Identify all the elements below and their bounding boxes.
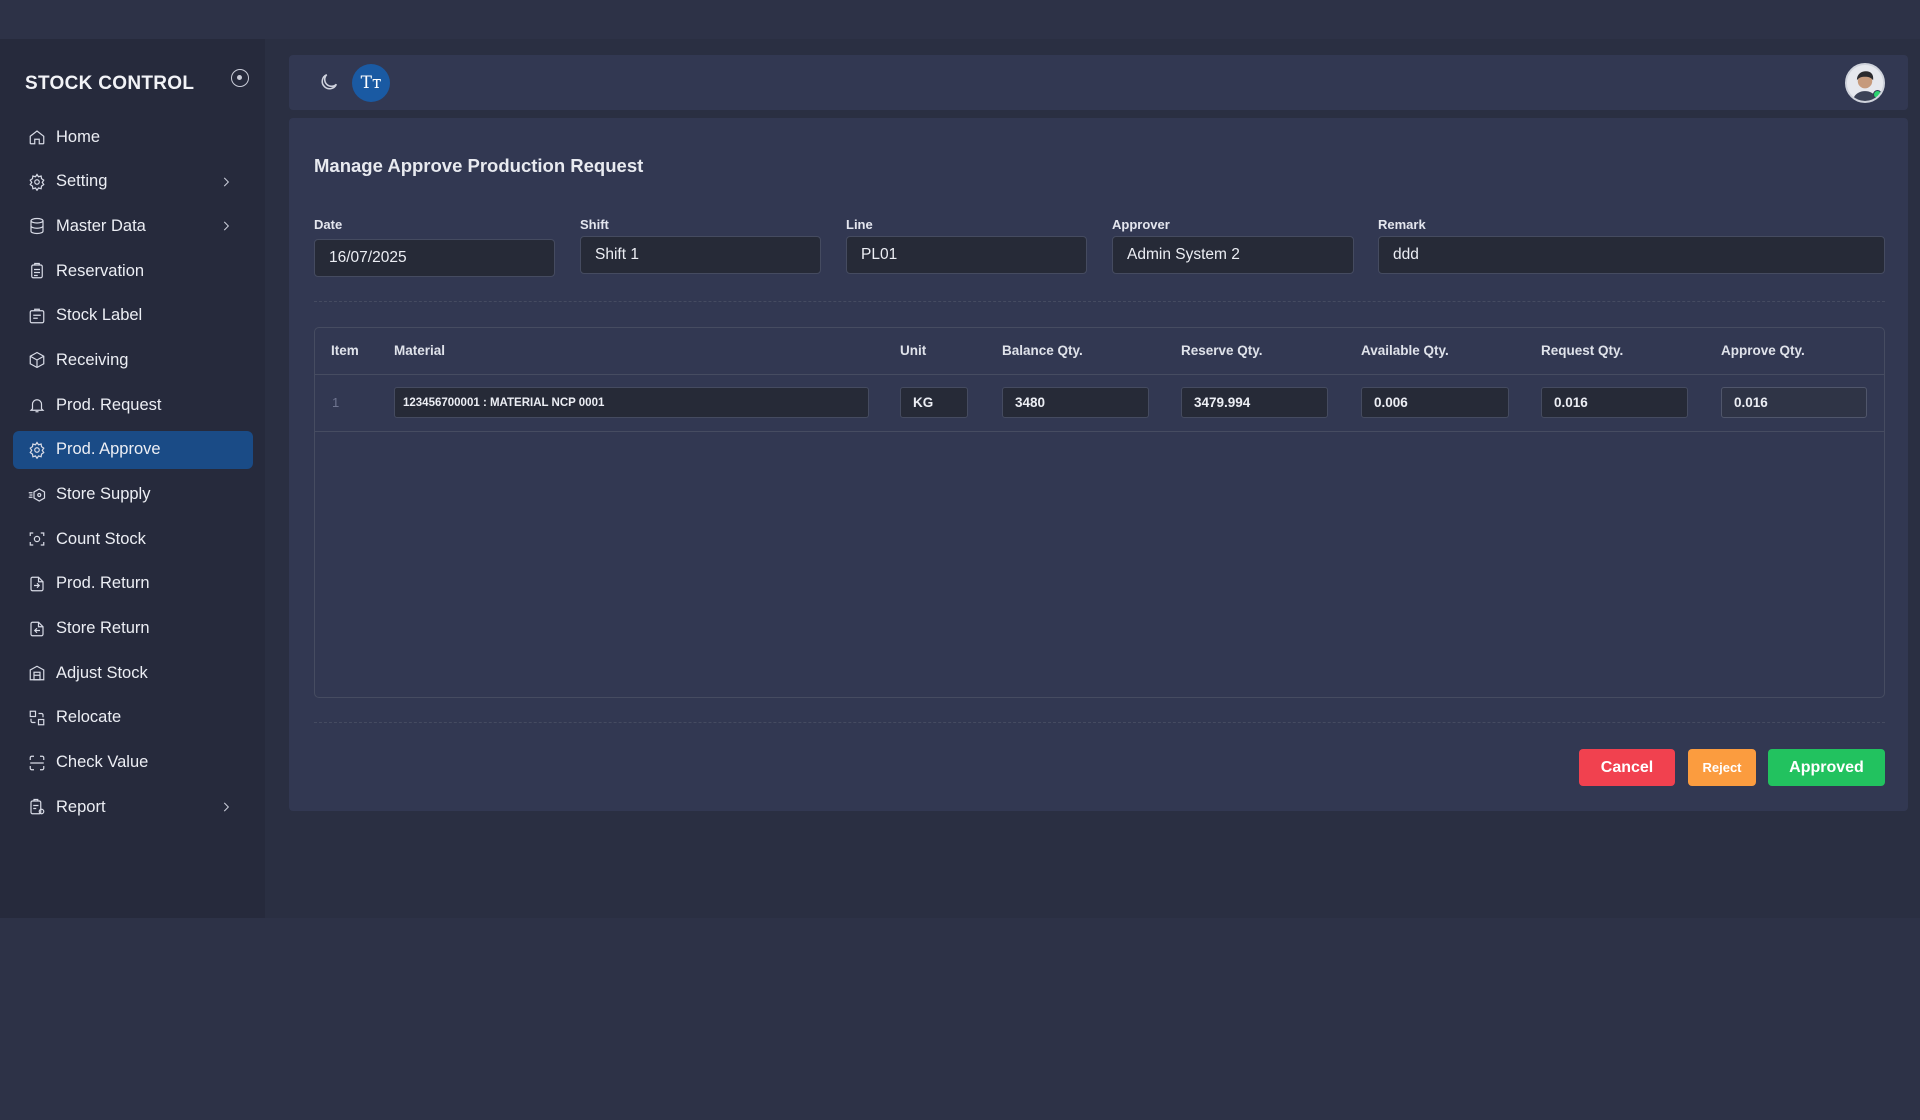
sidebar-toggle-icon[interactable] (231, 69, 249, 87)
sidebar-item-label: Stock Label (56, 306, 143, 325)
shift-field[interactable]: Shift 1 (580, 236, 821, 274)
sidebar-item-label: Store Return (56, 619, 150, 638)
header-available-qty: Available Qty. (1361, 343, 1449, 358)
scan-icon (27, 529, 47, 549)
header-item: Item (331, 343, 359, 358)
sidebar-item-relocate[interactable]: Relocate (13, 699, 253, 737)
sidebar-item-count-stock[interactable]: Count Stock (13, 520, 253, 558)
sidebar-item-reservation[interactable]: Reservation (13, 252, 253, 290)
sidebar-item-adjust-stock[interactable]: Adjust Stock (13, 654, 253, 692)
header-balance-qty: Balance Qty. (1002, 343, 1083, 358)
approver-field[interactable]: Admin System 2 (1112, 236, 1354, 274)
sidebar-item-home[interactable]: Home (13, 118, 253, 156)
sidebar-item-label: Prod. Request (56, 395, 162, 414)
cancel-button[interactable]: Cancel (1579, 749, 1675, 786)
sidebar-item-label: Home (56, 127, 101, 146)
sidebar-item-report[interactable]: Report (13, 788, 253, 826)
report-icon (27, 797, 47, 817)
shift-label: Shift (580, 217, 609, 232)
relocate-icon (27, 708, 47, 728)
sidebar-item-label: Adjust Stock (56, 663, 148, 682)
font-size-button[interactable]: Tт (352, 64, 390, 102)
reserve-qty-cell: 3479.994 (1181, 387, 1328, 418)
date-field[interactable]: 16/07/2025 (314, 239, 555, 277)
request-qty-cell: 0.016 (1541, 387, 1688, 418)
chevron-right-icon (219, 175, 233, 189)
home-icon (27, 127, 47, 147)
return-in-icon (27, 574, 47, 594)
material-cell: 123456700001 : MATERIAL NCP 0001 (394, 387, 869, 418)
unit-cell: KG (900, 387, 968, 418)
balance-qty-cell: 3480 (1002, 387, 1149, 418)
supply-icon (27, 485, 47, 505)
sidebar-item-prod-request[interactable]: Prod. Request (13, 386, 253, 424)
remark-field[interactable]: ddd (1378, 236, 1885, 274)
topbar: Tт (289, 55, 1908, 110)
sidebar-item-label: Relocate (56, 708, 122, 727)
approve-qty-input[interactable]: 0.016 (1721, 387, 1867, 418)
sidebar-item-prod-return[interactable]: Prod. Return (13, 565, 253, 603)
sidebar-item-label: Receiving (56, 350, 129, 369)
sidebar-item-label: Check Value (56, 753, 149, 772)
approver-label: Approver (1112, 217, 1170, 232)
sidebar-nav: Home Setting Master Data Reservation Sto… (13, 118, 253, 833)
page-title: Manage Approve Production Request (314, 155, 644, 176)
table-header: Item Material Unit Balance Qty. Reserve … (315, 328, 1884, 375)
label-icon (27, 306, 47, 326)
remark-label: Remark (1378, 217, 1426, 232)
table-row: 1 123456700001 : MATERIAL NCP 0001 KG 34… (315, 375, 1884, 432)
sidebar-item-label: Count Stock (56, 529, 146, 548)
check-scan-icon (27, 753, 47, 773)
clipboard-icon (27, 261, 47, 281)
header-unit: Unit (900, 343, 927, 358)
sidebar-item-stock-label[interactable]: Stock Label (13, 297, 253, 335)
reject-button[interactable]: Reject (1688, 749, 1756, 786)
return-out-icon (27, 619, 47, 639)
box-icon (27, 350, 47, 370)
avatar[interactable] (1845, 63, 1885, 103)
line-label: Line (846, 217, 873, 232)
sidebar-item-label: Prod. Return (56, 574, 150, 593)
database-icon (27, 216, 47, 236)
warehouse-icon (27, 663, 47, 683)
available-qty-cell: 0.006 (1361, 387, 1509, 418)
approve-request-card: Manage Approve Production Request Date 1… (289, 118, 1908, 811)
header-reserve-qty: Reserve Qty. (1181, 343, 1263, 358)
sidebar-item-prod-approve[interactable]: Prod. Approve (13, 430, 253, 469)
chevron-right-icon (219, 800, 233, 814)
header-material: Material (394, 343, 446, 358)
line-field[interactable]: PL01 (846, 236, 1087, 274)
sidebar-item-label: Store Supply (56, 485, 151, 503)
gear-icon (27, 440, 47, 460)
sidebar: STOCK CONTROL Home Setting Master Data R… (0, 39, 265, 918)
header-request-qty: Request Qty. (1541, 343, 1624, 358)
online-status-icon (1873, 90, 1882, 99)
sidebar-item-master-data[interactable]: Master Data (13, 207, 253, 245)
sidebar-item-label: Prod. Approve (56, 440, 161, 459)
sidebar-item-label: Reservation (56, 261, 145, 280)
date-label: Date (314, 217, 343, 232)
sidebar-item-store-supply[interactable]: Store Supply (13, 476, 253, 514)
moon-icon[interactable] (318, 71, 342, 95)
chevron-right-icon (219, 219, 233, 233)
sidebar-item-store-return[interactable]: Store Return (13, 610, 253, 648)
bell-icon (27, 395, 47, 415)
sidebar-item-label: Setting (56, 172, 108, 191)
sidebar-item-receiving[interactable]: Receiving (13, 341, 253, 379)
row-item-number: 1 (332, 395, 340, 410)
gear-icon (27, 172, 47, 192)
divider (314, 301, 1885, 302)
material-table: Item Material Unit Balance Qty. Reserve … (314, 327, 1885, 698)
divider (314, 722, 1885, 723)
brand-title: STOCK CONTROL (25, 73, 195, 94)
header-approve-qty: Approve Qty. (1721, 343, 1805, 358)
sidebar-item-setting[interactable]: Setting (13, 163, 253, 201)
approve-button[interactable]: Approved (1768, 749, 1885, 786)
sidebar-item-label: Report (56, 797, 106, 816)
sidebar-item-check-value[interactable]: Check Value (13, 744, 253, 782)
sidebar-item-label: Master Data (56, 216, 146, 235)
